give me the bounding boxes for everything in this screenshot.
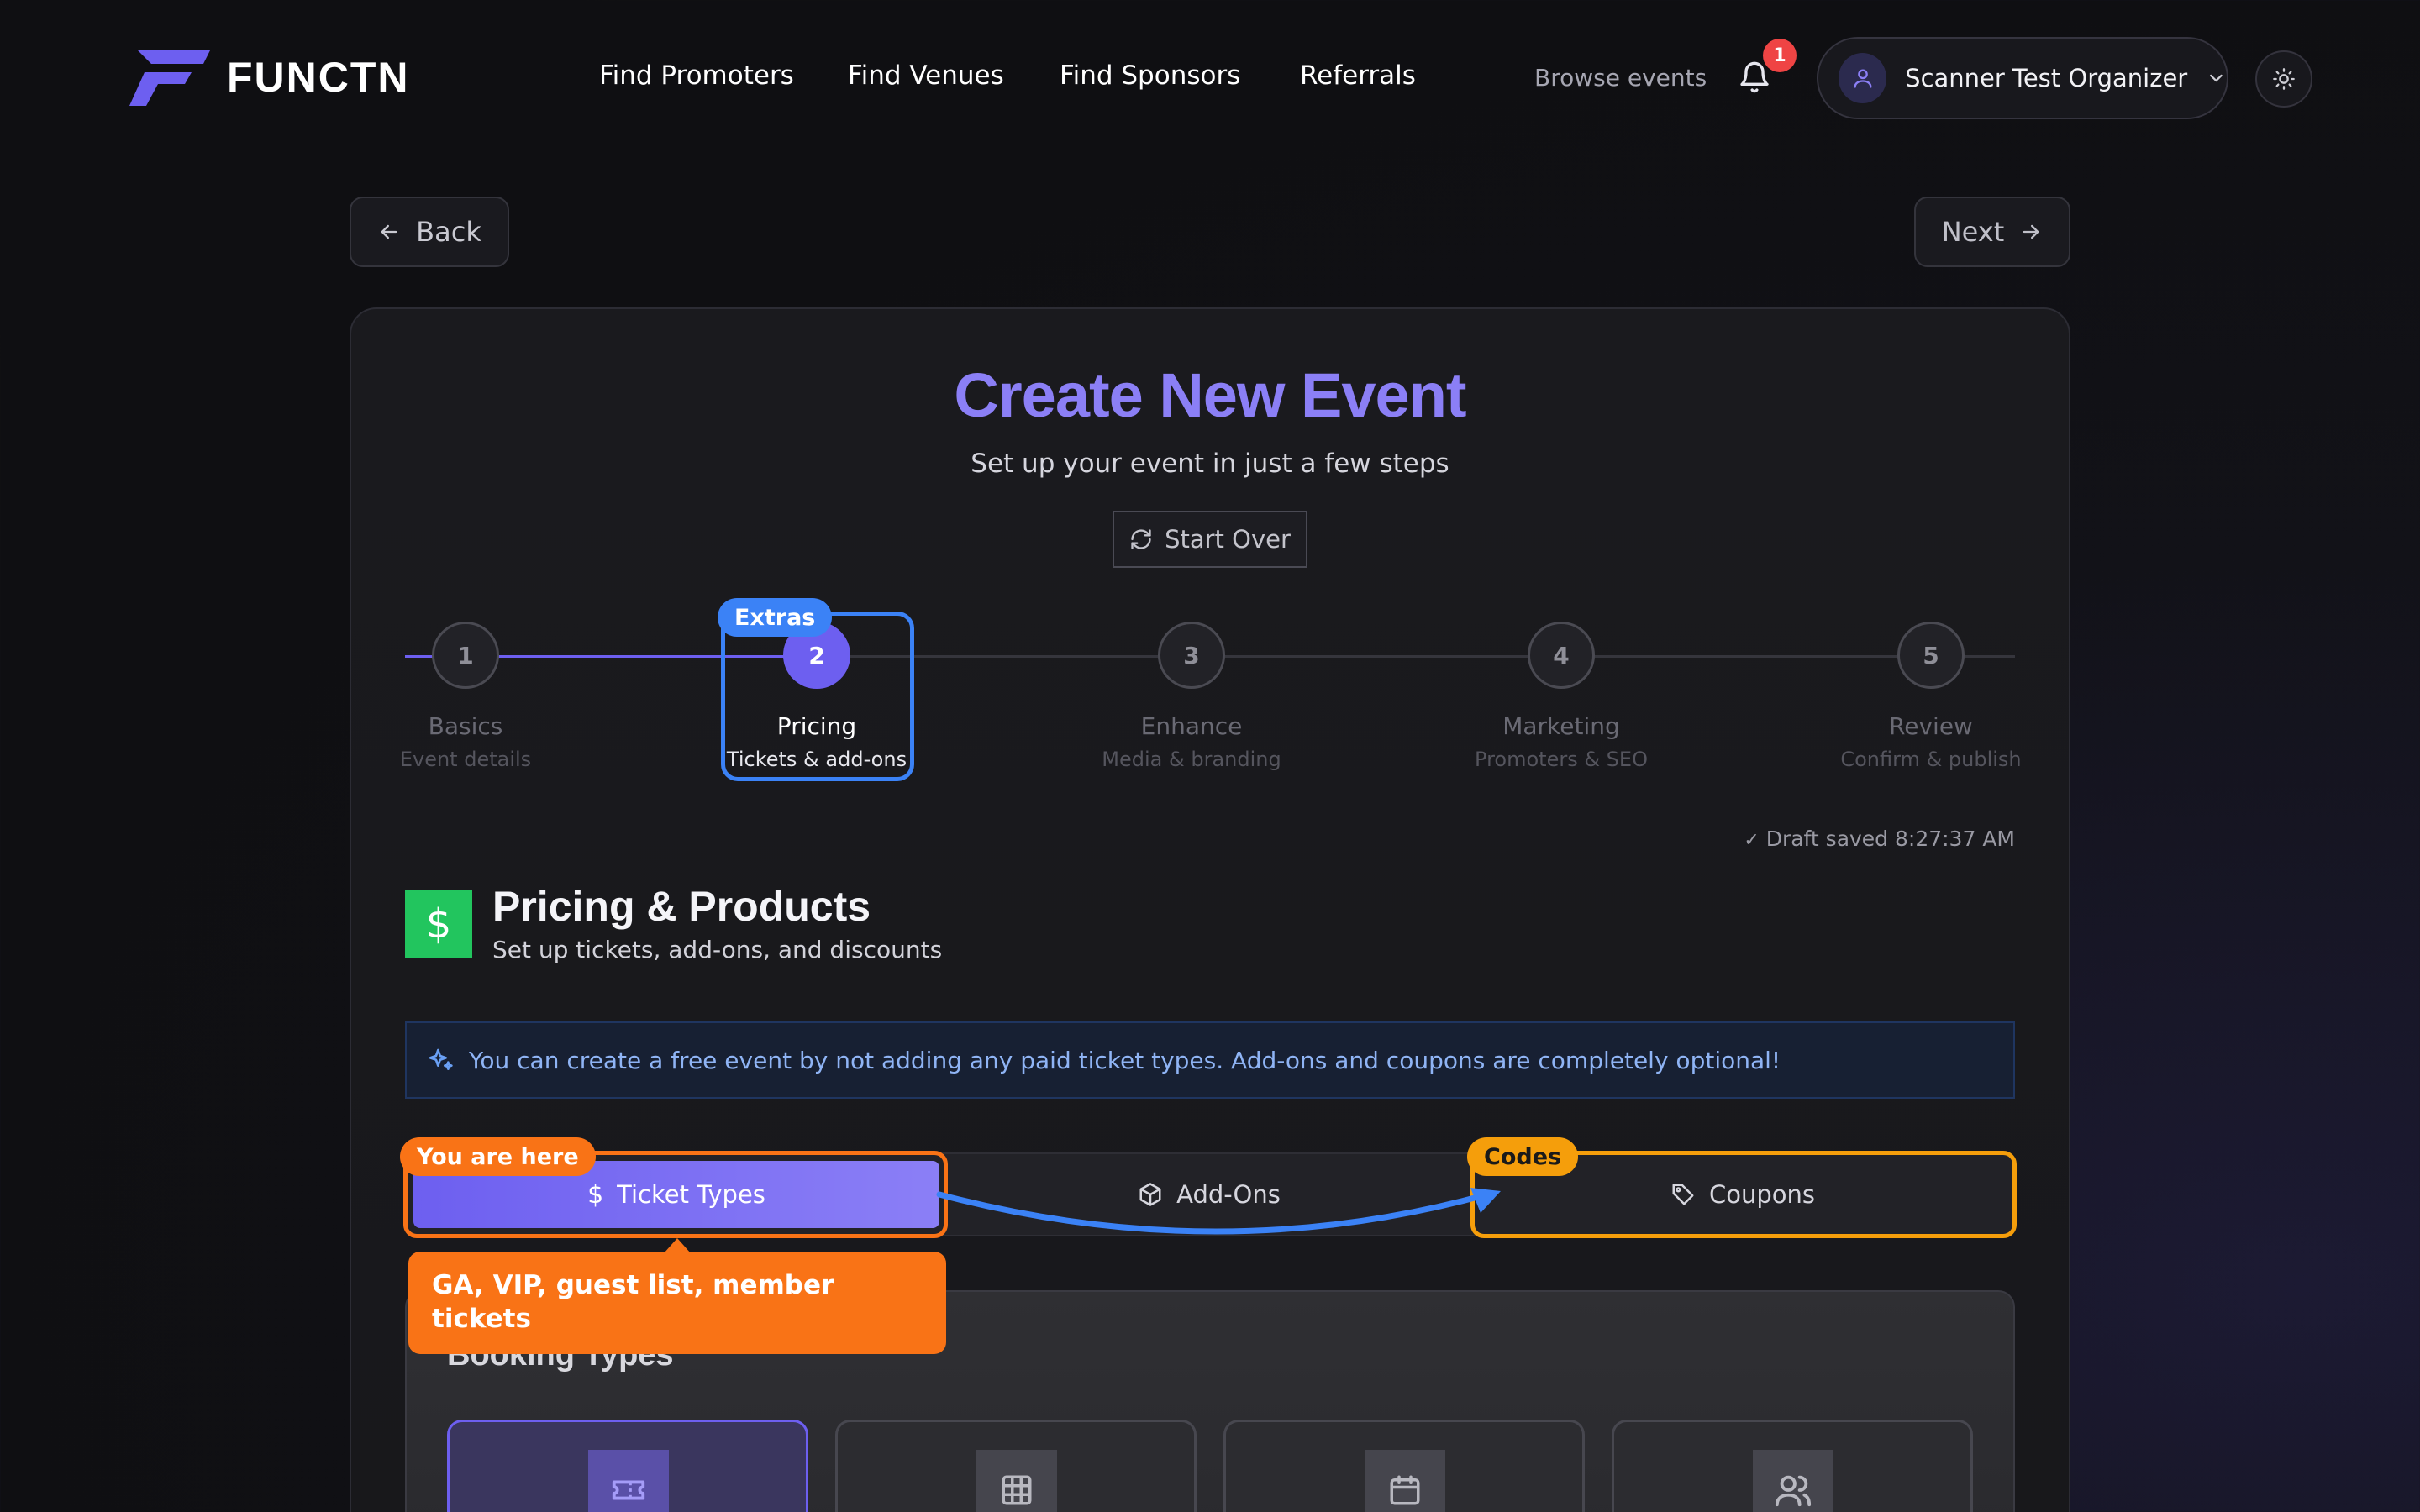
user-name: Scanner Test Organizer <box>1905 64 2188 92</box>
you-are-here-tag: You are here <box>400 1137 596 1176</box>
users-icon <box>1753 1450 1833 1512</box>
codes-tag: Codes <box>1467 1137 1579 1176</box>
nav-find-promoters[interactable]: Find Promoters <box>599 60 794 91</box>
page-subtitle: Set up your event in just a few steps <box>971 449 1449 479</box>
back-button[interactable]: Back <box>350 197 509 267</box>
step-4-sub: Promoters & SEO <box>1475 748 1648 771</box>
avatar <box>1839 53 1887 103</box>
nav-referrals[interactable]: Referrals <box>1300 60 1416 91</box>
functn-logo-icon <box>129 50 210 106</box>
brand-name: FUNCTN <box>227 54 410 101</box>
next-label: Next <box>1941 216 2005 248</box>
extras-tag: Extras <box>718 598 833 637</box>
chevron-down-icon <box>2210 74 2223 82</box>
sparkles-icon <box>429 1048 453 1070</box>
ticket-icon <box>588 1450 669 1512</box>
step-4-circle[interactable]: 4 <box>1528 622 1595 689</box>
section-title: Pricing & Products <box>492 883 871 930</box>
check-icon: ✓ <box>1744 830 1760 851</box>
step-4-label: Marketing <box>1502 712 1620 740</box>
step-3-circle[interactable]: 3 <box>1158 622 1225 689</box>
start-over-label: Start Over <box>1165 525 1291 554</box>
step-1-label: Basics <box>428 712 503 740</box>
step-3-label: Enhance <box>1140 712 1243 740</box>
notification-count-badge: 1 <box>1763 39 1797 72</box>
nav-find-sponsors[interactable]: Find Sponsors <box>1060 60 1240 91</box>
next-button[interactable]: Next <box>1914 197 2070 267</box>
draft-saved-status: ✓ Draft saved 8:27:37 AM <box>1681 827 2015 851</box>
arrow-left-icon <box>381 224 397 239</box>
ticket-types-tooltip: GA, VIP, guest list, member tickets <box>408 1252 946 1354</box>
page-title: Create New Event <box>954 360 1466 430</box>
section-subtitle: Set up tickets, add-ons, and discounts <box>492 936 943 963</box>
back-label: Back <box>416 216 481 248</box>
brand-logo[interactable]: FUNCTN <box>126 47 410 108</box>
browse-events-link[interactable]: Browse events <box>1534 64 1707 92</box>
grid-icon <box>976 1450 1057 1512</box>
sun-icon <box>2273 68 2295 90</box>
calendar-icon <box>1365 1450 1445 1512</box>
step-5-label: Review <box>1889 712 1973 740</box>
step-1-sub: Event details <box>399 748 532 771</box>
user-icon <box>1854 69 1872 88</box>
step-1-circle[interactable]: 1 <box>432 622 499 689</box>
step-3-sub: Media & branding <box>1102 748 1281 771</box>
step-5-circle[interactable]: 5 <box>1897 622 1965 689</box>
dollar-icon: $ <box>405 890 472 958</box>
nav-find-venues[interactable]: Find Venues <box>848 60 1004 91</box>
stepper-track-line <box>817 655 2015 658</box>
draft-saved-text: Draft saved 8:27:37 AM <box>1765 827 2015 851</box>
start-over-button[interactable]: Start Over <box>1113 511 1307 568</box>
flow-arrow <box>936 1188 1501 1235</box>
refresh-icon <box>1131 529 1151 549</box>
arrow-right-icon <box>2023 224 2039 239</box>
theme-toggle-button[interactable] <box>2255 50 2312 108</box>
info-text: You can create a free event by not addin… <box>469 1046 1781 1074</box>
info-banner: You can create a free event by not addin… <box>405 1021 2015 1099</box>
user-menu-button[interactable]: Scanner Test Organizer <box>1817 37 2228 119</box>
step-2-highlight <box>721 612 914 781</box>
step-5-sub: Confirm & publish <box>1840 748 2022 771</box>
